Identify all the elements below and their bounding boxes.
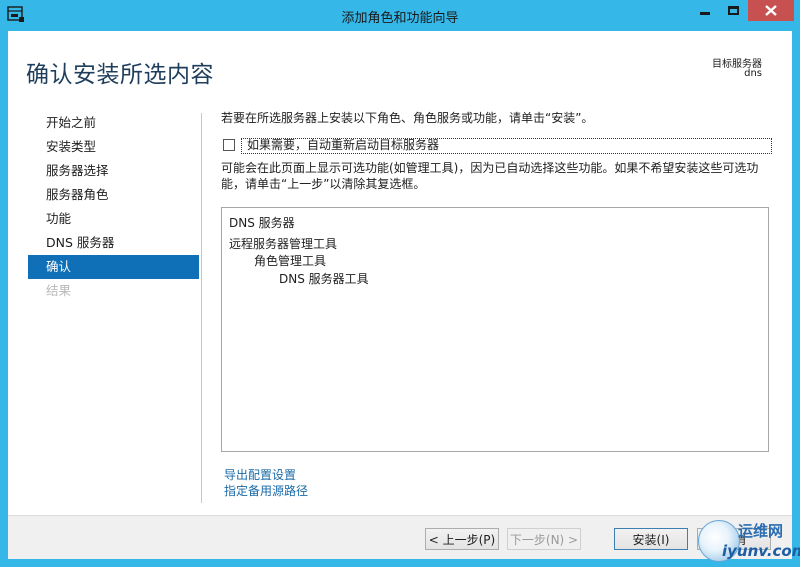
next-button: 下一步(N) >	[507, 528, 581, 550]
nav-item-server-roles[interactable]: 服务器角色	[28, 183, 199, 207]
feature-rsat: 远程服务器管理工具	[229, 237, 338, 251]
watermark-text: 运维网	[738, 522, 784, 540]
minimize-icon	[700, 12, 710, 15]
nav-item-installation-type[interactable]: 安装类型	[28, 135, 199, 159]
restart-option[interactable]: 如果需要，自动重新启动目标服务器	[223, 138, 773, 154]
alternate-source-link[interactable]: 指定备用源路径	[224, 482, 308, 499]
export-config-link[interactable]: 导出配置设置	[224, 466, 296, 483]
minimize-button[interactable]	[692, 0, 718, 21]
previous-button[interactable]: < 上一步(P)	[425, 528, 499, 550]
wizard-nav: 开始之前 安装类型 服务器选择 服务器角色 功能 DNS 服务器 确认 结果	[28, 111, 199, 303]
wizard-footer: < 上一步(P) 下一步(N) > 安装(I) 取消	[8, 516, 792, 559]
maximize-icon	[728, 6, 739, 15]
nav-item-confirmation[interactable]: 确认	[28, 255, 199, 279]
watermark: 运维网 iyunv.com	[694, 516, 800, 567]
feature-role-admin-tools: 角色管理工具	[254, 254, 327, 268]
close-icon	[765, 5, 777, 16]
title-bar[interactable]: 添加角色和功能向导	[0, 0, 800, 31]
restart-label[interactable]: 如果需要，自动重新启动目标服务器	[247, 138, 439, 153]
nav-item-dns-server[interactable]: DNS 服务器	[28, 231, 199, 255]
nav-item-before-you-begin[interactable]: 开始之前	[28, 111, 199, 135]
maximize-button[interactable]	[720, 0, 747, 21]
wizard-client-area: 确认安装所选内容 目标服务器 dns 开始之前 安装类型 服务器选择 服务器角色…	[8, 31, 792, 559]
nav-item-results: 结果	[46, 283, 72, 298]
intro-text: 若要在所选服务器上安装以下角色、角色服务或功能，请单击“安装”。	[221, 111, 594, 125]
optional-features-note: 可能会在此页面上显示可选功能(如管理工具)，因为已自动选择这些功能。如果不希望安…	[221, 161, 759, 191]
window-title: 添加角色和功能向导	[341, 11, 459, 26]
feature-dns-server-tools: DNS 服务器工具	[279, 272, 369, 286]
nav-item-features[interactable]: 功能	[28, 207, 199, 231]
nav-item-server-selection[interactable]: 服务器选择	[28, 159, 199, 183]
nav-divider	[201, 113, 202, 503]
restart-checkbox[interactable]	[223, 139, 235, 151]
target-server-value: dns	[744, 68, 762, 79]
page-title: 确认安装所选内容	[26, 62, 214, 88]
feature-dns-server: DNS 服务器	[229, 216, 295, 230]
wizard-window: 添加角色和功能向导 确认安装所选内容 目标服务器 dns 开始之前 安装类型 服…	[0, 0, 800, 567]
selected-features-list[interactable]: DNS 服务器 远程服务器管理工具 角色管理工具 DNS 服务器工具	[221, 207, 769, 452]
close-button[interactable]	[748, 0, 794, 21]
watermark-url: iyunv.com	[722, 542, 800, 560]
install-button[interactable]: 安装(I)	[614, 528, 688, 550]
